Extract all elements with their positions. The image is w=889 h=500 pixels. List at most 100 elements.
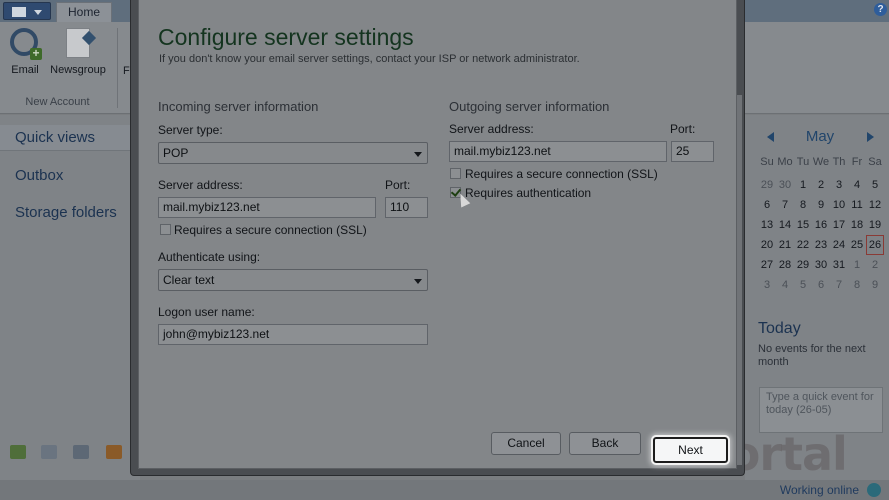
calendar-day[interactable]: 7 (776, 195, 794, 215)
app-menu-button[interactable] (3, 2, 51, 20)
authenticate-using-select[interactable]: Clear text (158, 269, 428, 291)
nav-switcher (0, 437, 140, 467)
calendar-day[interactable]: 2 (866, 255, 884, 275)
calendar-weekday: Su (760, 156, 774, 168)
incoming-server-address-label: Server address: (158, 178, 243, 192)
calendar-grid: Su Mo Tu We Th Fr Sa 29 30 1 2 3 4 5 6 7 8 9 10 11 12 13 14 15 1… (758, 155, 884, 295)
calendar-day[interactable]: 24 (830, 235, 848, 255)
calendar-day[interactable]: 6 (812, 275, 830, 295)
dialog-subtitle: If you don't know your email server sett… (159, 53, 580, 65)
calendar-day[interactable]: 26 (866, 235, 884, 255)
calendar-day[interactable]: 31 (830, 255, 848, 275)
calendar-day[interactable]: 29 (794, 255, 812, 275)
left-navigation-pane: Quick views Outbox Storage folders (0, 115, 140, 480)
calendar-day[interactable]: 3 (758, 275, 776, 295)
calendar-day[interactable]: 4 (848, 175, 866, 195)
calendar-day[interactable]: 29 (758, 175, 776, 195)
calendar-day[interactable]: 2 (812, 175, 830, 195)
outgoing-server-address-label: Server address: (449, 122, 534, 136)
calendar-day[interactable]: 6 (758, 195, 776, 215)
new-newsgroup-account-button[interactable]: Newsgroup (46, 28, 110, 76)
feeds-view-icon[interactable] (106, 445, 122, 459)
contacts-view-icon[interactable] (73, 445, 89, 459)
calendar-day[interactable]: 1 (794, 175, 812, 195)
calendar-day[interactable]: 18 (848, 215, 866, 235)
incoming-ssl-label: Requires a secure connection (SSL) (174, 223, 367, 237)
calendar-day[interactable]: 4 (776, 275, 794, 295)
calendar-view-icon[interactable] (41, 445, 57, 459)
outgoing-server-address-input[interactable]: mail.mybiz123.net (449, 141, 667, 162)
calendar-day[interactable]: 28 (776, 255, 794, 275)
ribbon-group-label: New Account (25, 96, 90, 108)
newsgroup-button-label: Newsgroup (50, 64, 106, 76)
authenticate-using-value: Clear text (163, 273, 215, 287)
calendar-day[interactable]: 19 (866, 215, 884, 235)
incoming-port-input[interactable]: 110 (385, 197, 428, 218)
help-icon[interactable]: ? (874, 3, 887, 16)
logon-user-name-label: Logon user name: (158, 305, 255, 319)
calendar-day[interactable]: 15 (794, 215, 812, 235)
server-type-label: Server type: (158, 123, 223, 137)
calendar-day[interactable]: 8 (848, 275, 866, 295)
new-email-account-button[interactable]: + Email (6, 28, 44, 76)
chevron-down-icon (414, 152, 422, 157)
incoming-server-address-input[interactable]: mail.mybiz123.net (158, 197, 376, 218)
calendar-day[interactable]: 22 (794, 235, 812, 255)
calendar-day[interactable]: 5 (866, 175, 884, 195)
calendar-day[interactable]: 10 (830, 195, 848, 215)
today-heading: Today (758, 320, 801, 337)
next-month-icon[interactable] (867, 132, 874, 142)
calendar-week-row: 27 28 29 30 31 1 2 (758, 255, 884, 275)
cancel-button[interactable]: Cancel (491, 432, 561, 455)
calendar-day[interactable]: 20 (758, 235, 776, 255)
calendar-day[interactable]: 14 (776, 215, 794, 235)
calendar-weekday: Sa (868, 156, 882, 168)
nav-item-quick-views[interactable]: Quick views (0, 125, 140, 151)
server-type-select[interactable]: POP (158, 142, 428, 164)
calendar-day[interactable]: 27 (758, 255, 776, 275)
mail-view-icon[interactable] (10, 445, 26, 459)
feeds-button-label-partial[interactable]: F (123, 65, 130, 77)
calendar-day[interactable]: 5 (794, 275, 812, 295)
tab-home[interactable]: Home (56, 2, 112, 22)
calendar-day[interactable]: 21 (776, 235, 794, 255)
chevron-down-icon (414, 279, 422, 284)
outgoing-ssl-label: Requires a secure connection (SSL) (465, 167, 658, 181)
calendar-day[interactable]: 13 (758, 215, 776, 235)
calendar-day[interactable]: 23 (812, 235, 830, 255)
calendar-day[interactable]: 16 (812, 215, 830, 235)
requires-authentication-label: Requires authentication (465, 186, 592, 200)
calendar-day[interactable]: 1 (848, 255, 866, 275)
calendar-week-row: 13 14 15 16 17 18 19 (758, 215, 884, 235)
nav-item-outbox[interactable]: Outbox (15, 167, 63, 184)
chevron-down-icon (34, 10, 42, 15)
calendar-day[interactable]: 11 (848, 195, 866, 215)
calendar-week-row: 6 7 8 9 10 11 12 (758, 195, 884, 215)
calendar-day[interactable]: 9 (812, 195, 830, 215)
outgoing-port-input[interactable]: 25 (671, 141, 714, 162)
calendar-day[interactable]: 3 (830, 175, 848, 195)
outgoing-ssl-checkbox[interactable] (450, 168, 461, 179)
globe-icon (867, 483, 881, 497)
email-button-label: Email (11, 64, 39, 76)
calendar-weekday: We (812, 156, 830, 168)
incoming-ssl-checkbox[interactable] (160, 224, 171, 235)
calendar-day[interactable]: 8 (794, 195, 812, 215)
ribbon-group-divider (117, 28, 118, 108)
dialog-scroll-edge (737, 95, 742, 465)
calendar-week-row: 20 21 22 23 24 25 26 (758, 235, 884, 255)
calendar-day[interactable]: 30 (776, 175, 794, 195)
calendar-day[interactable]: 12 (866, 195, 884, 215)
calendar-weekday: Th (832, 156, 846, 168)
calendar-day[interactable]: 30 (812, 255, 830, 275)
calendar-day[interactable]: 7 (830, 275, 848, 295)
calendar-day[interactable]: 9 (866, 275, 884, 295)
today-events-note: No events for the next month (758, 343, 866, 368)
back-button[interactable]: Back (569, 432, 641, 455)
nav-item-storage-folders[interactable]: Storage folders (15, 204, 117, 221)
calendar-day[interactable]: 25 (848, 235, 866, 255)
calendar-day[interactable]: 17 (830, 215, 848, 235)
logon-user-name-input[interactable]: john@mybiz123.net (158, 324, 428, 345)
next-button[interactable]: Next (651, 435, 730, 465)
previous-month-icon[interactable] (767, 132, 774, 142)
